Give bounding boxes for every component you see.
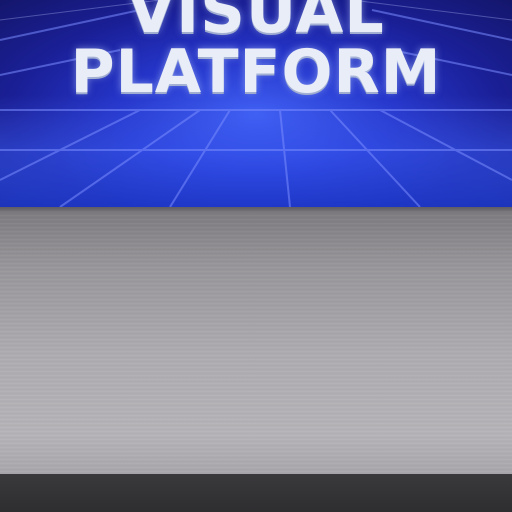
hero-title-line2: PLATFORM [70, 37, 442, 107]
hero-title: VISUAL PLATFORM [0, 0, 512, 102]
hero-banner-image: VISUAL PLATFORM [0, 0, 512, 207]
screen: VISUAL PLATFORM [0, 0, 512, 512]
hero-title-line1: VISUAL [127, 0, 385, 47]
footer-bar [0, 474, 512, 512]
brushed-metal-panel [0, 207, 512, 474]
